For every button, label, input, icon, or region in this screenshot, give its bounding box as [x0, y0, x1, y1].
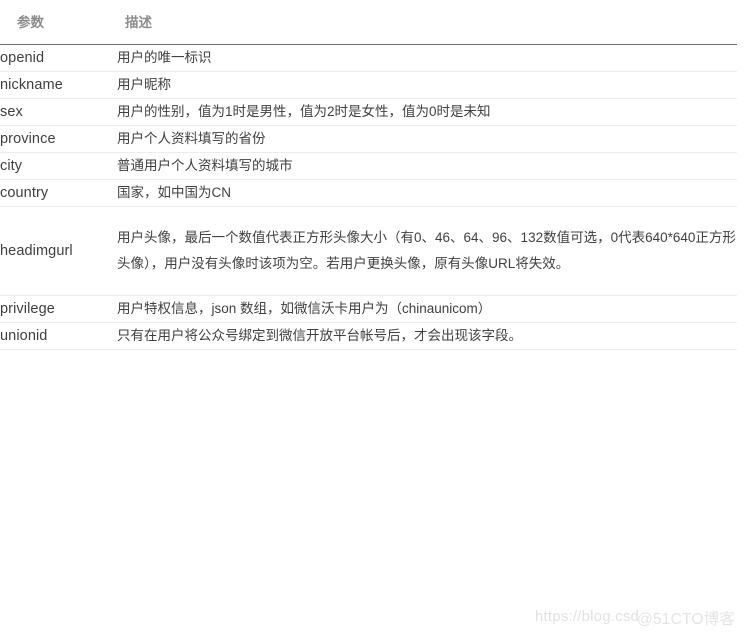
table-row: headimgurl 用户头像，最后一个数值代表正方形头像大小（有0、46、64…: [0, 206, 737, 296]
column-header-desc: 描述: [117, 0, 737, 45]
desc-text: 普通用户个人资料填写的城市: [117, 158, 293, 173]
param-name-cell: sex: [0, 98, 117, 126]
param-name-cell: unionid: [0, 322, 117, 350]
parameter-table: 参数 描述 openid 用户的唯一标识 nickname 用户昵称 sex 用…: [0, 0, 737, 350]
table-row: nickname 用户昵称: [0, 71, 737, 99]
table-row: openid 用户的唯一标识: [0, 44, 737, 72]
param-desc-cell: 只有在用户将公众号绑定到微信开放平台帐号后，才会出现该字段。: [117, 322, 737, 350]
desc-text: 国家，如中国为CN: [117, 185, 231, 200]
param-desc-cell: 用户的性别，值为1时是男性，值为2时是女性，值为0时是未知: [117, 98, 737, 126]
table-header-row: 参数 描述: [0, 0, 737, 45]
param-desc-cell: 普通用户个人资料填写的城市: [117, 152, 737, 180]
desc-text: 用户个人资料填写的省份: [117, 131, 266, 146]
param-desc-cell: 国家，如中国为CN: [117, 179, 737, 207]
param-name-cell: city: [0, 152, 117, 180]
desc-text: 用户昵称: [117, 77, 171, 92]
column-header-param: 参数: [0, 0, 117, 45]
table-body: openid 用户的唯一标识 nickname 用户昵称 sex 用户的性别，值…: [0, 44, 737, 350]
table-header: 参数 描述: [0, 0, 737, 45]
param-desc-cell: 用户的唯一标识: [117, 44, 737, 72]
desc-text: 用户头像，最后一个数值代表正方形头像大小（有0、46、64、96、132数值可选…: [117, 230, 736, 271]
param-name-cell: openid: [0, 44, 117, 72]
param-desc-cell: 用户头像，最后一个数值代表正方形头像大小（有0、46、64、96、132数值可选…: [117, 206, 737, 296]
desc-text: 用户的唯一标识: [117, 50, 212, 65]
param-desc-cell: 用户特权信息，json 数组，如微信沃卡用户为（chinaunicom）: [117, 295, 737, 323]
table-row: sex 用户的性别，值为1时是男性，值为2时是女性，值为0时是未知: [0, 98, 737, 126]
param-desc-cell: 用户个人资料填写的省份: [117, 125, 737, 153]
table-row: unionid 只有在用户将公众号绑定到微信开放平台帐号后，才会出现该字段。: [0, 322, 737, 350]
watermark-url: https://blog.csd: [535, 608, 640, 625]
desc-text: 用户的性别，值为1时是男性，值为2时是女性，值为0时是未知: [117, 104, 491, 119]
param-name-cell: headimgurl: [0, 206, 117, 296]
table-row: city 普通用户个人资料填写的城市: [0, 152, 737, 180]
param-name-cell: nickname: [0, 71, 117, 99]
param-name-cell: privilege: [0, 295, 117, 323]
document-root: 参数 描述 openid 用户的唯一标识 nickname 用户昵称 sex 用…: [0, 0, 756, 635]
param-name-cell: country: [0, 179, 117, 207]
watermark-brand: @51CTO博客: [637, 611, 736, 628]
param-name-cell: province: [0, 125, 117, 153]
table-row: country 国家，如中国为CN: [0, 179, 737, 207]
desc-text: 只有在用户将公众号绑定到微信开放平台帐号后，才会出现该字段。: [117, 328, 522, 343]
param-desc-cell: 用户昵称: [117, 71, 737, 99]
desc-text: 用户特权信息，json 数组，如微信沃卡用户为（chinaunicom）: [117, 301, 492, 316]
table-row: province 用户个人资料填写的省份: [0, 125, 737, 153]
table-row: privilege 用户特权信息，json 数组，如微信沃卡用户为（chinau…: [0, 295, 737, 323]
